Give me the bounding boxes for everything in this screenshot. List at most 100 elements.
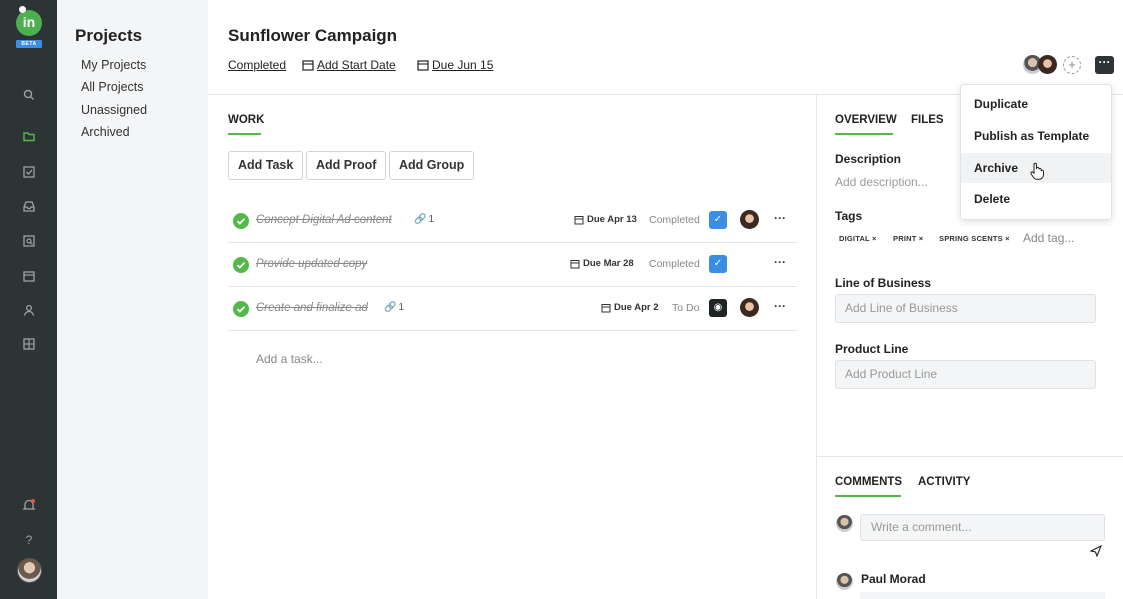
- add-task-input[interactable]: Add a task...: [256, 352, 323, 366]
- left-rail: in BETA ?: [0, 0, 57, 599]
- folder-icon[interactable]: [22, 129, 36, 143]
- project-more-button[interactable]: ···: [1095, 56, 1114, 74]
- task-status[interactable]: Completed: [649, 258, 700, 270]
- check-icon[interactable]: [233, 213, 249, 229]
- tag-chip[interactable]: PRINT ×: [893, 234, 923, 243]
- start-date-label: Add Start Date: [317, 58, 396, 72]
- task-row[interactable]: Provide updated copy Due Mar 28 Complete…: [228, 243, 797, 287]
- hand-cursor-icon: [1029, 162, 1045, 180]
- project-title[interactable]: Sunflower Campaign: [228, 26, 397, 46]
- add-proof-button[interactable]: Add Proof: [306, 151, 387, 180]
- project-members[interactable]: [1023, 55, 1059, 75]
- link-count-value: 1: [398, 302, 405, 313]
- avatar: [836, 573, 853, 590]
- user-avatar[interactable]: [17, 558, 42, 583]
- task-due-label: Due Apr 13: [587, 214, 637, 225]
- description-label: Description: [835, 152, 902, 166]
- avatar: [836, 515, 853, 532]
- status-label: Completed: [228, 58, 287, 72]
- search-icon[interactable]: [22, 88, 36, 102]
- checkbox-icon[interactable]: [22, 165, 36, 179]
- task-name[interactable]: Concept Digital Ad content: [256, 214, 392, 226]
- link-count: 🔗 1: [384, 302, 404, 313]
- tag-chip[interactable]: DIGITAL ×: [839, 234, 877, 243]
- product-line-field[interactable]: Add Product Line: [835, 360, 1096, 389]
- proof-icon[interactable]: ✓: [709, 211, 727, 229]
- nav-item-unassigned[interactable]: Unassigned: [81, 103, 147, 117]
- app-logo[interactable]: in: [16, 10, 42, 36]
- tab-work[interactable]: WORK: [228, 114, 264, 126]
- line-of-business-label: Line of Business: [835, 276, 932, 290]
- add-member-button[interactable]: +: [1063, 56, 1081, 74]
- menu-item-publish-template[interactable]: Publish as Template: [961, 121, 1111, 151]
- task-row[interactable]: Create and finalize ad 🔗 1 Due Apr 2 To D…: [228, 287, 797, 331]
- task-name[interactable]: Create and finalize ad: [256, 302, 368, 314]
- tab-active-indicator: [228, 133, 261, 135]
- task-status[interactable]: Completed: [649, 214, 700, 226]
- task-name[interactable]: Provide updated copy: [256, 258, 367, 270]
- task-more-button[interactable]: ···: [774, 255, 786, 269]
- project-more-menu: Duplicate Publish as Template Archive De…: [960, 84, 1112, 220]
- calendar-icon: [574, 215, 584, 224]
- calendar-icon: [302, 60, 314, 71]
- person-icon[interactable]: [22, 303, 36, 317]
- help-icon[interactable]: ?: [22, 533, 36, 547]
- due-date-label: Due Jun 15: [432, 58, 494, 72]
- task-due-label: Due Apr 2: [614, 302, 659, 313]
- proof-icon[interactable]: [22, 234, 36, 248]
- member-avatar: [1038, 55, 1057, 74]
- projects-nav: Projects My Projects All Projects Unassi…: [57, 0, 208, 599]
- assignee-avatar[interactable]: [740, 210, 759, 229]
- link-count-value: 1: [428, 214, 435, 225]
- assignee-avatar[interactable]: [740, 298, 759, 317]
- add-group-button[interactable]: Add Group: [389, 151, 475, 180]
- nav-item-archived[interactable]: Archived: [81, 125, 130, 139]
- tab-files[interactable]: FILES: [911, 114, 944, 126]
- tab-activity[interactable]: ACTIVITY: [918, 476, 970, 488]
- task-due[interactable]: Due Apr 2: [601, 302, 659, 313]
- link-icon: 🔗: [384, 302, 397, 313]
- notification-icon[interactable]: [22, 498, 36, 512]
- task-row[interactable]: Concept Digital Ad content 🔗 1 Due Apr 13…: [228, 199, 797, 243]
- comment-body: [860, 592, 1105, 599]
- nav-item-my-projects[interactable]: My Projects: [81, 58, 146, 72]
- comment-input[interactable]: Write a comment...: [860, 514, 1105, 541]
- nav-item-all-projects[interactable]: All Projects: [81, 80, 144, 94]
- proof-icon[interactable]: ◉: [709, 299, 727, 317]
- check-icon[interactable]: [233, 257, 249, 273]
- send-icon[interactable]: [1089, 544, 1103, 558]
- calendar-icon[interactable]: [22, 269, 36, 283]
- calendar-icon: [570, 259, 580, 268]
- task-more-button[interactable]: ···: [774, 299, 786, 313]
- comments-divider: [816, 456, 1123, 457]
- commenter-name: Paul Morad: [861, 572, 926, 586]
- menu-item-duplicate[interactable]: Duplicate: [961, 89, 1111, 119]
- tab-active-indicator: [835, 495, 901, 497]
- tag-chip[interactable]: SPRING SCENTS ×: [939, 234, 1010, 243]
- task-due[interactable]: Due Apr 13: [574, 214, 637, 225]
- task-due-label: Due Mar 28: [583, 258, 634, 269]
- layout-icon[interactable]: [22, 337, 36, 351]
- logo-dot: [19, 6, 26, 13]
- add-tag-input[interactable]: Add tag...: [1023, 231, 1074, 245]
- line-of-business-field[interactable]: Add Line of Business: [835, 294, 1096, 323]
- link-icon: 🔗: [414, 214, 427, 225]
- tab-overview[interactable]: OVERVIEW: [835, 114, 897, 126]
- calendar-icon: [417, 60, 429, 71]
- task-status[interactable]: To Do: [672, 302, 699, 314]
- proof-icon[interactable]: ✓: [709, 255, 727, 273]
- add-task-button[interactable]: Add Task: [228, 151, 304, 180]
- tags-label: Tags: [835, 209, 863, 223]
- due-date-link[interactable]: Due Jun 15: [417, 58, 493, 72]
- status-link[interactable]: Completed: [228, 58, 286, 72]
- start-date-link[interactable]: Add Start Date: [302, 58, 396, 72]
- inbox-icon[interactable]: [22, 199, 36, 213]
- task-more-button[interactable]: ···: [774, 211, 786, 225]
- product-line-label: Product Line: [835, 342, 909, 356]
- link-count: 🔗 1: [414, 214, 434, 225]
- check-icon[interactable]: [233, 301, 249, 317]
- tab-comments[interactable]: COMMENTS: [835, 476, 902, 488]
- task-due[interactable]: Due Mar 28: [570, 258, 634, 269]
- menu-item-delete[interactable]: Delete: [961, 184, 1111, 214]
- description-input[interactable]: Add description...: [835, 175, 928, 189]
